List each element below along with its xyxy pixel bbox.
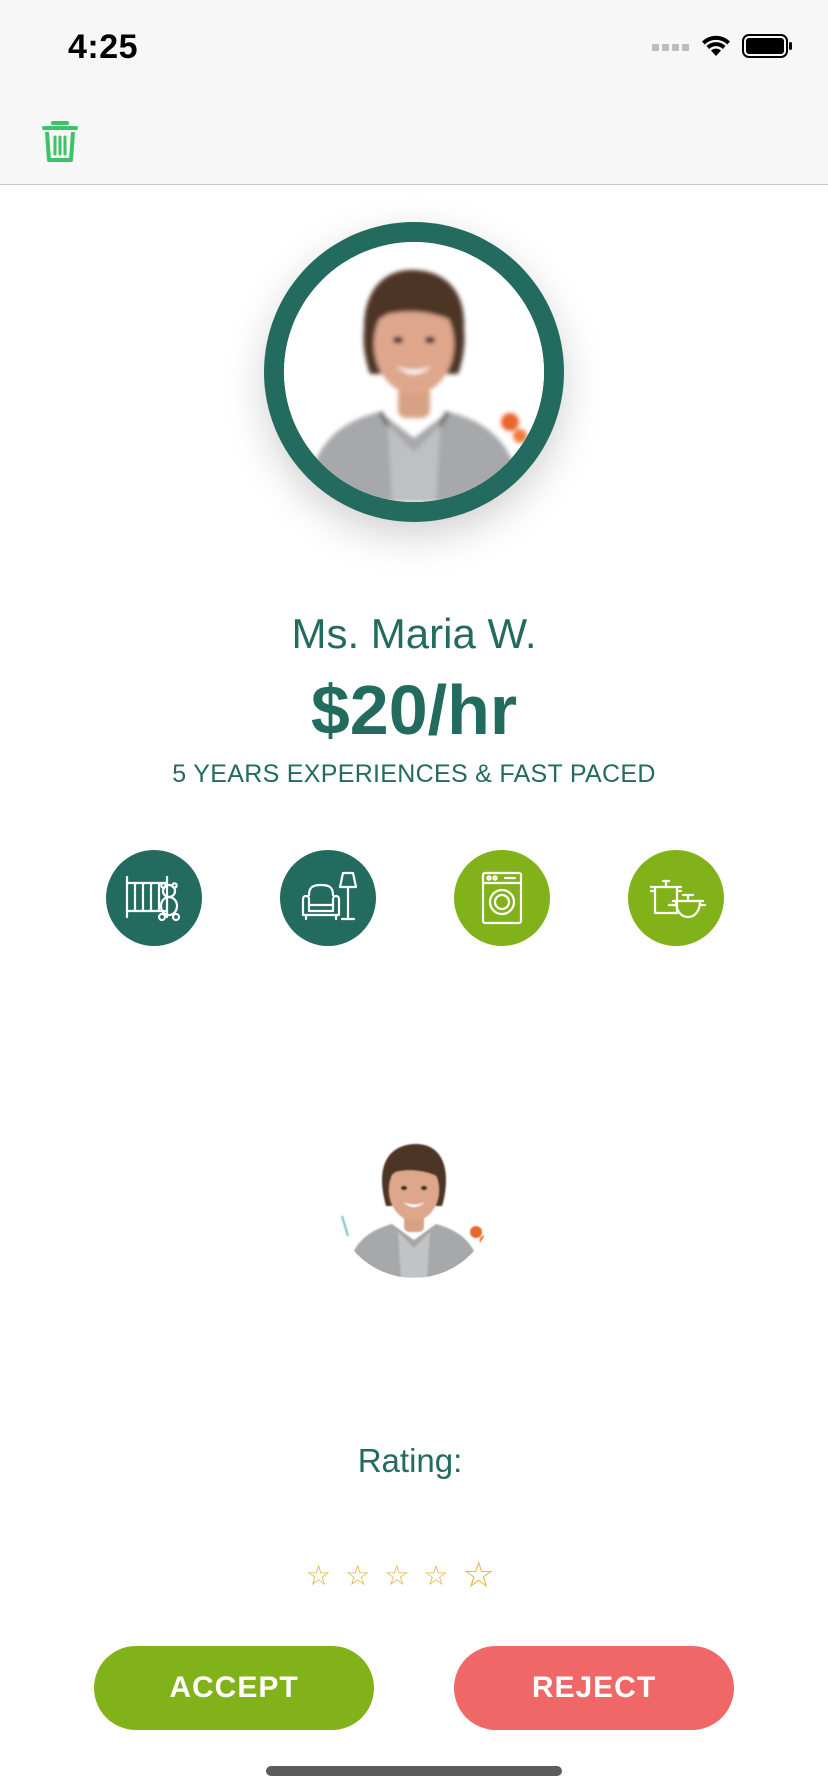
cooking-pots-icon [649,879,707,919]
accept-button[interactable]: ACCEPT [94,1646,374,1730]
armchair-lamp-icon [301,871,358,921]
profile-photo [284,242,544,502]
star-3-icon[interactable]: ☆ [384,1562,409,1590]
washing-machine-icon [481,871,523,925]
profile-photo-small [334,1132,494,1278]
service-housekeeping[interactable] [280,850,376,946]
cellular-signal-icon [652,44,689,51]
status-time: 4:25 [68,28,139,66]
hourly-rate: $20/hr [310,671,518,749]
delete-button[interactable] [40,118,80,164]
service-childcare[interactable] [106,850,202,946]
trash-icon [42,121,78,162]
crib-teddy-icon [125,875,181,922]
star-4-icon[interactable]: ☆ [423,1562,448,1590]
status-icons [652,34,794,58]
star-1-icon[interactable]: ☆ [306,1562,331,1590]
rating-label: Rating: [357,1442,463,1479]
profile-avatar [264,222,564,522]
service-cooking[interactable] [628,850,724,946]
status-bar: 4:25 [0,0,828,100]
battery-icon [742,34,792,58]
experience-tagline: 5 YEARS EXPERIENCES & FAST PACED [172,760,656,788]
reject-button[interactable]: REJECT [454,1646,734,1730]
nav-bar [0,100,828,185]
caregiver-name: Ms. Maria W. [291,610,537,657]
star-2-icon[interactable]: ☆ [345,1562,370,1590]
star-rating[interactable]: ☆ ☆ ☆ ☆ ☆ [306,1558,495,1594]
star-5-icon[interactable]: ☆ [462,1558,494,1594]
home-indicator[interactable] [266,1766,562,1776]
wifi-icon [702,35,730,56]
service-laundry[interactable] [454,850,550,946]
person-photo-icon [341,1144,489,1278]
person-photo-icon [284,242,544,502]
